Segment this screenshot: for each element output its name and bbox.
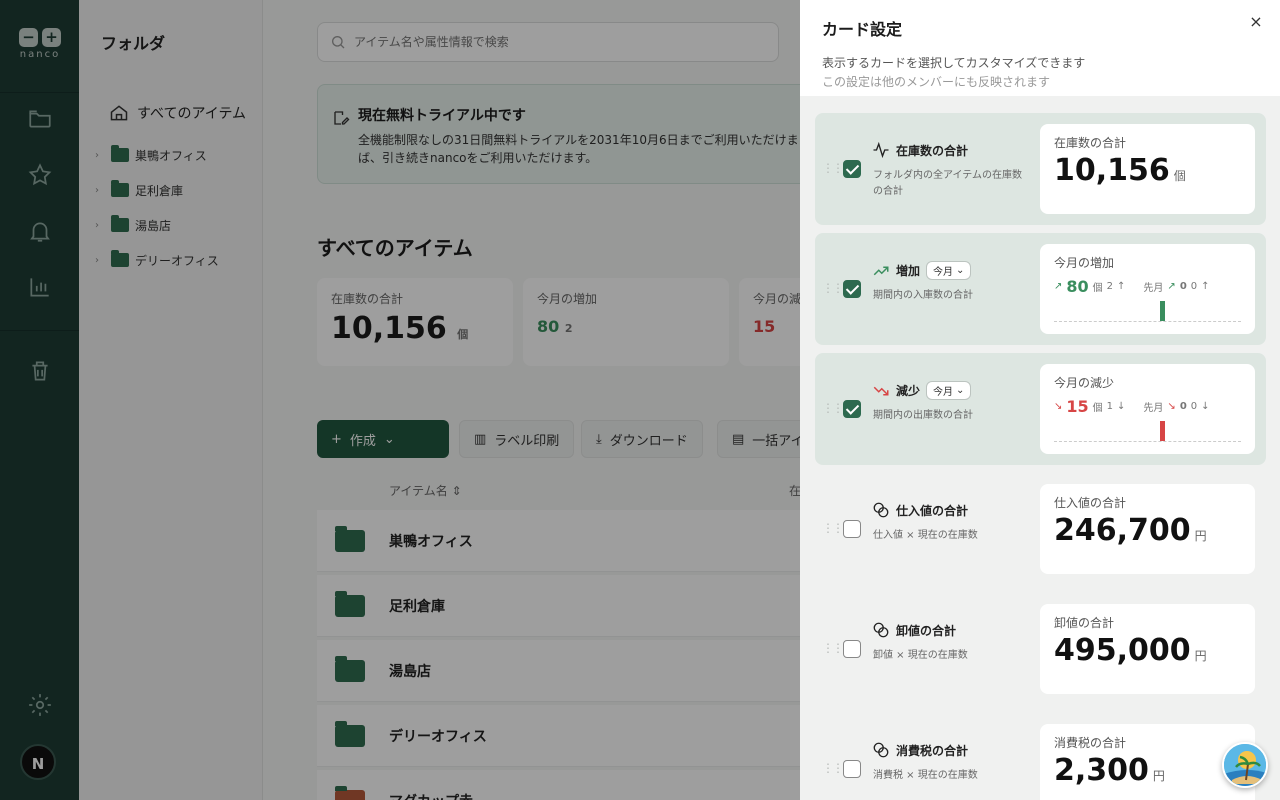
card-toggle-checkbox[interactable] xyxy=(843,160,861,178)
card-toggle-checkbox[interactable] xyxy=(843,400,861,418)
card-preview: 在庫数の合計 10,156 個 xyxy=(1040,124,1255,214)
preview-value: 495,000 xyxy=(1054,633,1191,668)
arrow-up-icon: ↑ xyxy=(1117,281,1126,292)
card-setting-wholesale-total[interactable]: ⋮⋮ 卸値の合計 卸値 × 現在の在庫数 卸値の合計 495,000 円 xyxy=(815,593,1266,705)
period-select[interactable]: 今月 ⌄ xyxy=(926,261,972,280)
setting-title: 消費税の合計 xyxy=(872,741,968,759)
panel-header: カード設定 表示するカードを選択してカスタマイズできます この設定は他のメンバー… xyxy=(800,0,1280,96)
trend-up-icon: ↗ xyxy=(1167,281,1176,292)
preview-value: 246,700 xyxy=(1054,513,1191,548)
card-toggle-checkbox[interactable] xyxy=(843,520,861,538)
preview-title: 今月の減少 xyxy=(1054,376,1115,390)
prev-count: 0 xyxy=(1190,281,1198,292)
setting-title: 減少 今月 ⌄ xyxy=(872,381,972,400)
period-select[interactable]: 今月 ⌄ xyxy=(926,381,972,400)
panel-note: この設定は他のメンバーにも反映されます xyxy=(822,75,1051,89)
chevron-down-icon: ⌄ xyxy=(956,385,965,396)
preview-count: 1 xyxy=(1106,401,1114,412)
preview-unit: 円 xyxy=(1152,769,1165,783)
preview-count: 2 xyxy=(1106,281,1114,292)
period-label: 今月 xyxy=(933,267,954,278)
preview-title: 仕入値の合計 xyxy=(1054,496,1127,510)
setting-title: 卸値の合計 xyxy=(872,621,956,639)
setting-title-label: 減少 xyxy=(896,384,921,398)
preview-unit: 個 xyxy=(1173,169,1186,183)
sparkline xyxy=(1054,420,1241,442)
setting-title-label: 消費税の合計 xyxy=(896,743,969,758)
activity-icon xyxy=(873,141,889,159)
preview-unit: 円 xyxy=(1194,649,1207,663)
arrow-up-icon: ↑ xyxy=(1201,281,1210,292)
setting-title-label: 卸値の合計 xyxy=(896,623,957,638)
trend-down-icon: ↘ xyxy=(1054,401,1063,412)
spark-bar xyxy=(1160,421,1165,441)
close-icon[interactable]: × xyxy=(1246,12,1266,32)
prev-period-label: 先月 xyxy=(1143,403,1164,414)
setting-title-label: 仕入値の合計 xyxy=(896,503,969,518)
preview-unit: 円 xyxy=(1194,529,1207,543)
setting-title: 仕入値の合計 xyxy=(872,501,968,519)
setting-title-label: 在庫数の合計 xyxy=(896,143,969,158)
sparkline xyxy=(1054,300,1241,322)
preview-title: 今月の増加 xyxy=(1054,256,1115,270)
card-setting-purchase-total[interactable]: ⋮⋮ 仕入値の合計 仕入値 × 現在の在庫数 仕入値の合計 246,700 円 xyxy=(815,473,1266,585)
drag-handle-icon[interactable]: ⋮⋮ xyxy=(822,641,844,655)
preview-value: 10,156 xyxy=(1054,153,1170,188)
preview-unit: 個 xyxy=(1092,283,1103,294)
setting-description: 消費税 × 現在の在庫数 xyxy=(873,770,978,781)
card-toggle-checkbox[interactable] xyxy=(843,760,861,778)
card-setting-tax-total[interactable]: ⋮⋮ 消費税の合計 消費税 × 現在の在庫数 消費税の合計 2,300 円 xyxy=(815,713,1266,800)
trend-up-icon xyxy=(873,266,889,275)
prev-count: 0 xyxy=(1190,401,1198,412)
arrow-down-icon: ↓ xyxy=(1117,401,1126,412)
setting-description: 期間内の入庫数の合計 xyxy=(873,290,973,301)
preview-value: 15 xyxy=(1066,397,1089,416)
setting-title: 在庫数の合計 xyxy=(872,141,968,159)
preview-value: 2,300 xyxy=(1054,753,1149,788)
spark-bar xyxy=(1160,301,1165,321)
setting-description: 卸値 × 現在の在庫数 xyxy=(873,650,968,661)
drag-handle-icon[interactable]: ⋮⋮ xyxy=(822,401,844,415)
panel-title: カード設定 xyxy=(822,20,903,39)
preview-title: 消費税の合計 xyxy=(1054,736,1127,750)
prev-value: 0 xyxy=(1179,281,1187,292)
coins-icon xyxy=(873,742,889,758)
modal-backdrop[interactable] xyxy=(0,0,800,800)
coins-icon xyxy=(873,502,889,518)
setting-title-label: 増加 xyxy=(896,264,921,278)
coins-icon xyxy=(873,622,889,638)
card-setting-increase[interactable]: ⋮⋮ 増加 今月 ⌄ 期間内の入庫数の合計 今月の増加 ↗ 80 個 2 ↑ 先月 … xyxy=(815,233,1266,345)
setting-description: フォルダ内の全アイテムの在庫数の合計 xyxy=(873,170,1022,197)
trend-up-icon: ↗ xyxy=(1054,281,1063,292)
card-toggle-checkbox[interactable] xyxy=(843,640,861,658)
card-setting-decrease[interactable]: ⋮⋮ 減少 今月 ⌄ 期間内の出庫数の合計 今月の減少 ↘ 15 個 1 ↓ 先月 … xyxy=(815,353,1266,465)
drag-handle-icon[interactable]: ⋮⋮ xyxy=(822,161,844,175)
card-preview: 今月の増加 ↗ 80 個 2 ↑ 先月 ↗ 0 0 ↑ xyxy=(1040,244,1255,334)
trend-down-icon xyxy=(873,386,889,395)
drag-handle-icon[interactable]: ⋮⋮ xyxy=(822,521,844,535)
card-preview: 今月の減少 ↘ 15 個 1 ↓ 先月 ↘ 0 0 ↓ xyxy=(1040,364,1255,454)
prev-value: 0 xyxy=(1179,401,1187,412)
drag-handle-icon[interactable]: ⋮⋮ xyxy=(822,281,844,295)
preview-title: 在庫数の合計 xyxy=(1054,136,1127,150)
card-toggle-checkbox[interactable] xyxy=(843,280,861,298)
chevron-down-icon: ⌄ xyxy=(956,265,965,276)
help-chat-avatar[interactable] xyxy=(1222,742,1268,788)
preview-value: 80 xyxy=(1066,277,1089,296)
drag-handle-icon[interactable]: ⋮⋮ xyxy=(822,761,844,775)
trend-down-icon: ↘ xyxy=(1167,401,1176,412)
panel-subtitle: 表示するカードを選択してカスタマイズできます xyxy=(822,56,1086,70)
setting-description: 仕入値 × 現在の在庫数 xyxy=(873,530,978,541)
card-preview: 卸値の合計 495,000 円 xyxy=(1040,604,1255,694)
period-label: 今月 xyxy=(933,387,954,398)
card-setting-stock-total[interactable]: ⋮⋮ 在庫数の合計 フォルダ内の全アイテムの在庫数の合計 在庫数の合計 10,1… xyxy=(815,113,1266,225)
card-settings-panel: カード設定 表示するカードを選択してカスタマイズできます この設定は他のメンバー… xyxy=(800,0,1280,800)
card-preview: 仕入値の合計 246,700 円 xyxy=(1040,484,1255,574)
prev-period-label: 先月 xyxy=(1143,283,1164,294)
preview-title: 卸値の合計 xyxy=(1054,616,1115,630)
preview-unit: 個 xyxy=(1092,403,1103,414)
arrow-down-icon: ↓ xyxy=(1201,401,1210,412)
setting-title: 増加 今月 ⌄ xyxy=(872,261,972,280)
setting-description: 期間内の出庫数の合計 xyxy=(873,410,973,421)
